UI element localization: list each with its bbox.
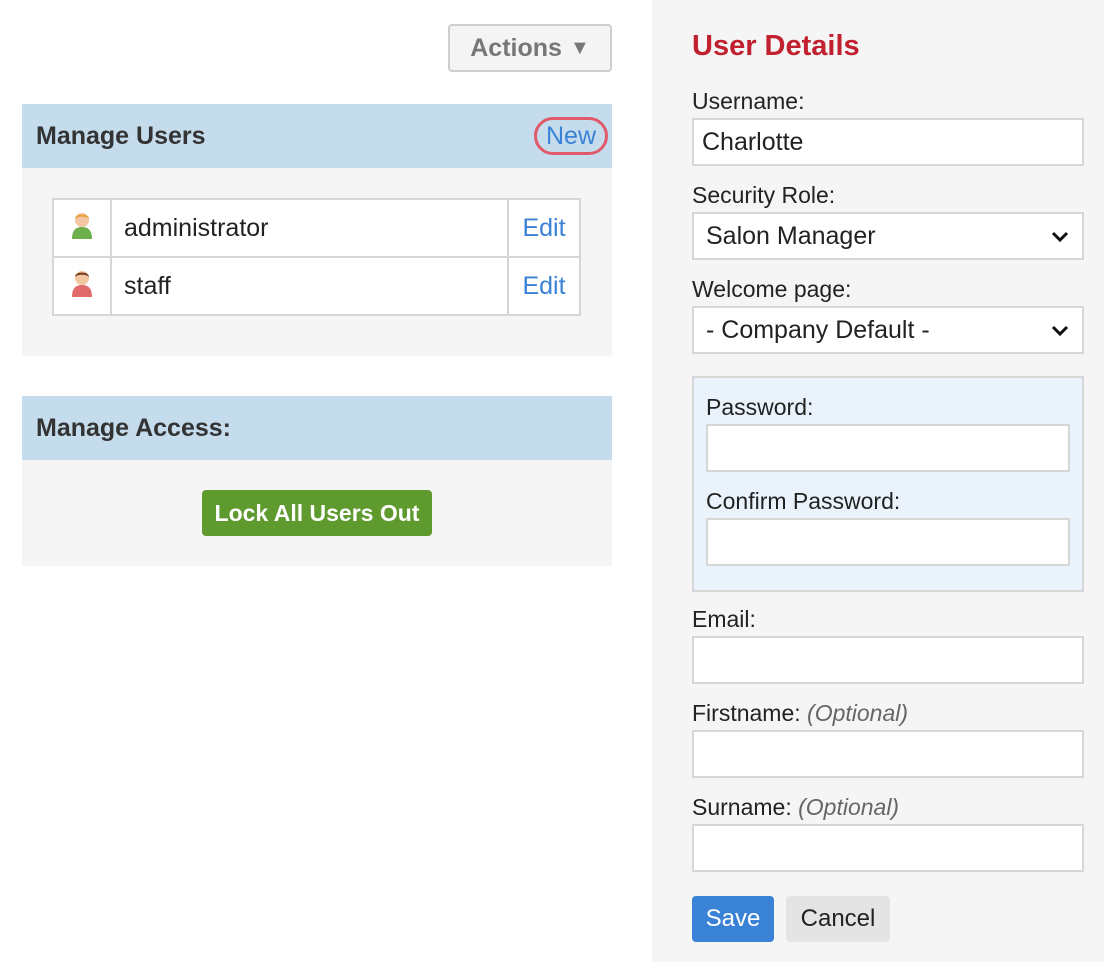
new-user-link[interactable]: New (533, 117, 608, 155)
surname-input[interactable] (692, 824, 1084, 872)
optional-hint: (Optional) (798, 794, 900, 820)
caret-down-icon: ▼ (569, 36, 590, 59)
save-button[interactable]: Save (692, 896, 774, 942)
manage-access-title: Manage Access: (36, 413, 231, 442)
cancel-button[interactable]: Cancel (786, 896, 890, 942)
username-input[interactable]: Charlotte (692, 118, 1084, 166)
actions-label: Actions (470, 33, 562, 62)
user-icon-cell (52, 256, 112, 316)
username-value: Charlotte (702, 127, 804, 156)
manage-users-header: Manage Users New (22, 104, 612, 168)
manage-users-title: Manage Users (36, 121, 206, 150)
edit-user-link[interactable]: Edit (507, 256, 581, 316)
security-role-label: Security Role: (692, 182, 836, 208)
welcome-page-label: Welcome page: (692, 276, 852, 302)
lock-all-users-button[interactable]: Lock All Users Out (202, 490, 432, 536)
user-details-title: User Details (692, 30, 860, 62)
user-green-icon (72, 212, 92, 239)
security-role-value: Salon Manager (706, 221, 876, 250)
users-table: administrator Edit staff Edit (52, 198, 581, 316)
confirm-password-label: Confirm Password: (706, 488, 901, 514)
username-cell: staff (110, 256, 509, 316)
username-cell: administrator (110, 198, 509, 258)
table-row: administrator Edit (52, 198, 581, 258)
optional-hint: (Optional) (807, 700, 909, 726)
username-label: Username: (692, 88, 805, 114)
confirm-password-input[interactable] (706, 518, 1070, 566)
surname-label-text: Surname: (692, 794, 792, 820)
email-label: Email: (692, 606, 756, 632)
password-label: Password: (706, 394, 814, 420)
manage-access-body: Lock All Users Out (22, 460, 612, 566)
chevron-down-icon (1051, 325, 1069, 337)
surname-label: Surname: (Optional) (692, 794, 899, 821)
edit-user-link[interactable]: Edit (507, 198, 581, 258)
manage-users-body: administrator Edit staff Edit (22, 168, 612, 356)
table-row: staff Edit (52, 256, 581, 316)
manage-access-header: Manage Access: (22, 396, 612, 460)
password-section: Password: Confirm Password: (692, 376, 1084, 592)
actions-menu-button[interactable]: Actions ▼ (448, 24, 612, 72)
user-icon-cell (52, 198, 112, 258)
security-role-select[interactable]: Salon Manager (692, 212, 1084, 260)
firstname-label: Firstname: (Optional) (692, 700, 908, 727)
firstname-input[interactable] (692, 730, 1084, 778)
firstname-label-text: Firstname: (692, 700, 801, 726)
password-input[interactable] (706, 424, 1070, 472)
welcome-page-value: - Company Default - (706, 315, 930, 344)
chevron-down-icon (1051, 231, 1069, 243)
email-input[interactable] (692, 636, 1084, 684)
welcome-page-select[interactable]: - Company Default - (692, 306, 1084, 354)
user-red-icon (72, 270, 92, 297)
user-details-panel: User Details Username: Charlotte Securit… (652, 0, 1104, 962)
